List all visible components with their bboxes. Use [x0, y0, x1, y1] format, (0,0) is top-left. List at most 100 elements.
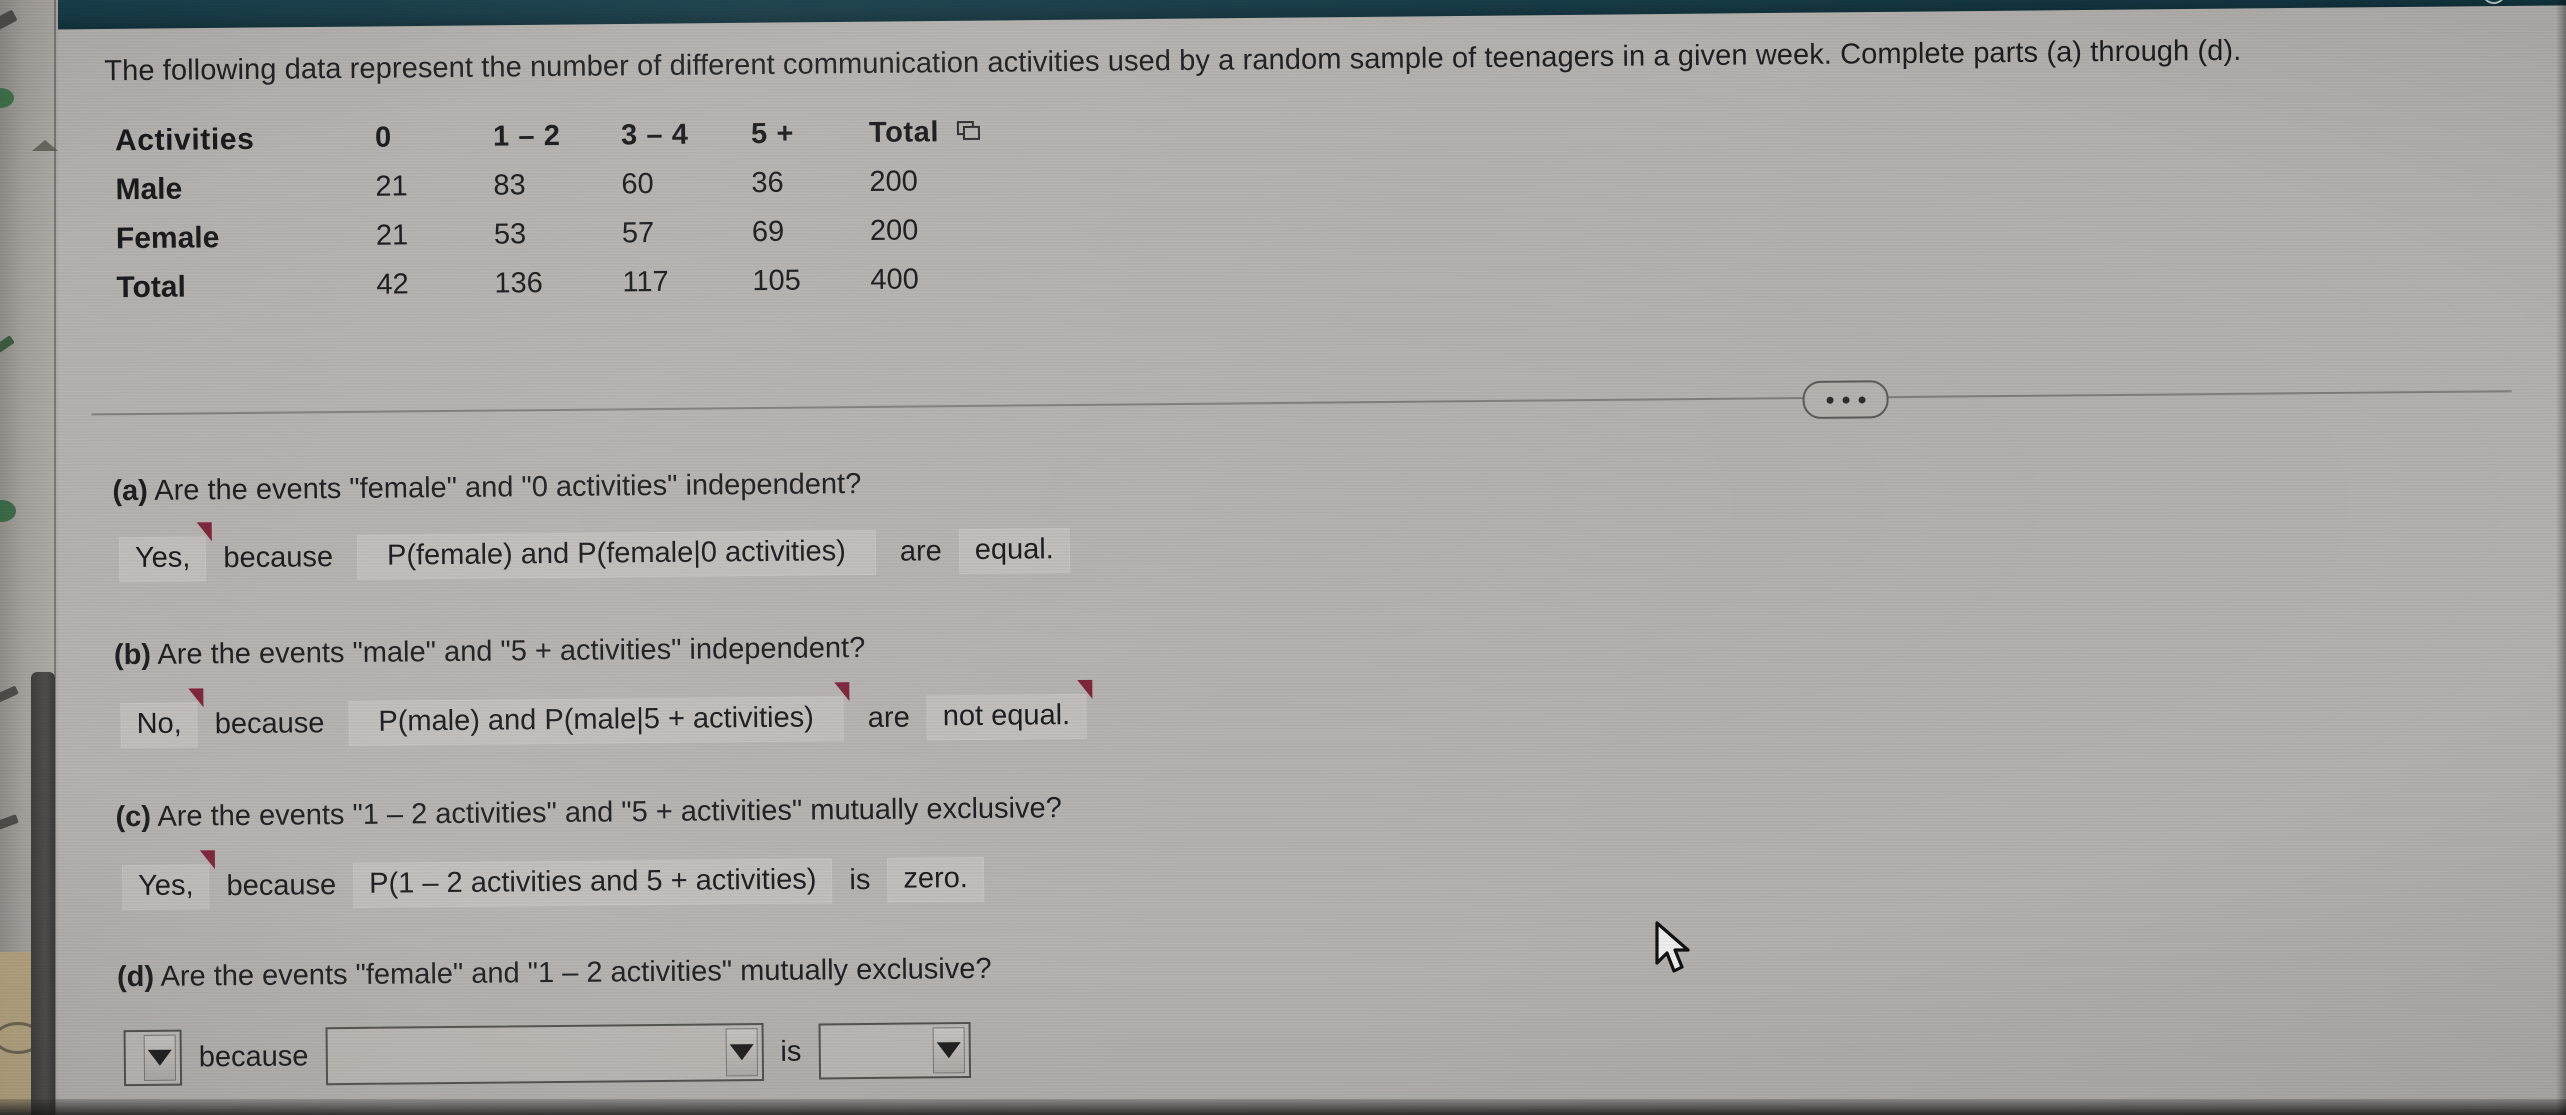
cell-female-3-4: 57 [621, 217, 655, 250]
cell-total-5plus: 105 [752, 264, 801, 298]
cell-male-3-4: 60 [621, 168, 654, 201]
header-total: Total [869, 108, 1019, 158]
problem-statement: The following data represent the number … [104, 34, 2242, 88]
part-b-choice-value: No, [136, 707, 182, 741]
table-row: Total 42 136 117 105 400 [116, 255, 1020, 313]
answer-flag-marker [834, 682, 850, 702]
part-a-reason-select[interactable]: P(female) and P(female|0 activities) [356, 529, 877, 580]
left-bezel-strip [0, 0, 58, 1115]
header-3-4: 3 – 4 [620, 118, 689, 152]
part-b-verb: are [867, 701, 910, 734]
cell-total-3-4: 117 [622, 265, 669, 299]
part-a-question: (a) Are the events "female" and "0 activ… [112, 468, 861, 508]
decor-arrow-mark [0, 685, 19, 704]
part-b-choice-select[interactable]: No, [120, 688, 204, 749]
cell-total-0: 42 [376, 268, 409, 301]
chevron-down-icon [932, 1027, 965, 1074]
cell-total-1-2: 136 [494, 267, 543, 300]
arrow-pointer-icon [1655, 921, 1690, 973]
cell-female-1-2: 53 [493, 218, 527, 251]
cell-female-total: 200 [869, 214, 919, 247]
scroll-up-caret-icon[interactable] [32, 140, 58, 151]
part-b-answer-row: No, because P(male) and P(male|5 + activ… [120, 679, 1092, 749]
bottom-bezel [0, 1099, 2566, 1115]
content-plane: The following data represent the number … [0, 0, 2566, 1115]
more-options-button[interactable] [1802, 380, 1889, 420]
part-c-answer-row: Yes, because P(1 – 2 activities and 5 + … [121, 850, 985, 911]
row-label-total: Total [116, 270, 187, 304]
part-a-answer-row: Yes, because P(female) and P(female|0 ac… [118, 522, 1071, 583]
part-d-answer-row: because is [123, 1021, 971, 1087]
scrollbar-thumb[interactable] [31, 672, 55, 1115]
contingency-table: Activities 0 1 – 2 3 – 4 5 + Total Male … [115, 108, 1021, 313]
part-c-question: (c) Are the events "1 – 2 activities" an… [115, 792, 1062, 834]
mouse-cursor [1654, 921, 1698, 984]
part-a-result-value: equal. [974, 533, 1054, 566]
circle-refresh-icon[interactable] [2478, 0, 2510, 8]
part-d-connector: because [198, 1039, 309, 1073]
part-c-reason-value: P(1 – 2 activities and 5 + activities) [369, 863, 817, 900]
part-a-connector: because [223, 541, 334, 575]
topbar-right-group: Poin [2478, 0, 2558, 8]
part-a-verb: are [899, 535, 942, 568]
decor-green-blob [0, 500, 16, 522]
part-b-reason-select[interactable]: P(male) and P(male|5 + activities) [348, 682, 850, 746]
table-row: Female 21 53 57 69 200 [116, 206, 1020, 264]
cell-male-total: 200 [869, 165, 918, 198]
chevron-down-icon [725, 1028, 758, 1077]
header-5plus: 5 + [750, 117, 795, 151]
part-a-choice-value: Yes, [134, 541, 191, 575]
part-c-connector: because [226, 869, 337, 903]
part-d-result-select[interactable] [818, 1022, 971, 1080]
part-b-reason-value: P(male) and P(male|5 + activities) [378, 701, 814, 738]
part-c-choice-value: Yes, [138, 869, 194, 903]
table-row: Male 21 83 60 36 200 [115, 157, 1019, 215]
part-b-result-select[interactable]: not equal. [926, 679, 1092, 741]
part-d-tag: (d) [116, 960, 155, 994]
decor-arrow-mark [0, 335, 15, 354]
part-d-reason-select[interactable] [325, 1023, 764, 1086]
cell-total-total: 400 [870, 263, 919, 296]
part-d-text: Are the events "female" and "1 – 2 activ… [160, 952, 992, 993]
part-b-connector: because [214, 707, 325, 741]
part-a-choice-select[interactable]: Yes, [118, 522, 213, 583]
part-c-tag: (c) [115, 800, 152, 834]
dot-icon [1826, 396, 1834, 404]
decor-arrow-mark [0, 9, 18, 31]
part-a-result-select[interactable]: equal. [958, 528, 1071, 575]
part-b-result-value: not equal. [942, 699, 1071, 733]
part-c-text: Are the events "1 – 2 activities" and "5… [157, 792, 1062, 833]
right-bezel [2556, 0, 2566, 1115]
answer-flag-marker [200, 850, 216, 870]
decor-green-blob [0, 88, 14, 108]
copy-window-icon[interactable] [957, 121, 977, 139]
cell-female-0: 21 [375, 219, 409, 252]
part-b-question: (b) Are the events "male" and "5 + activ… [114, 632, 866, 672]
header-total-label: Total [868, 116, 940, 149]
part-c-result-select[interactable]: zero. [887, 856, 985, 903]
topbar-title: Poin [2516, 0, 2558, 4]
dot-icon [1842, 396, 1850, 404]
part-a-tag: (a) [112, 474, 148, 508]
part-a-reason-value: P(female) and P(female|0 activities) [386, 535, 847, 572]
part-d-choice-select[interactable] [123, 1029, 183, 1087]
answer-flag-marker [188, 688, 204, 708]
header-activities: Activities [114, 122, 255, 157]
table-header-row: Activities 0 1 – 2 3 – 4 5 + Total [115, 108, 1019, 166]
part-d-verb: is [780, 1035, 802, 1068]
part-c-choice-select[interactable]: Yes, [121, 850, 216, 911]
part-a-text: Are the events "female" and "0 activitie… [154, 468, 862, 507]
part-b-text: Are the events "male" and "5 + activitie… [157, 632, 866, 671]
dot-icon [1858, 395, 1866, 403]
chevron-down-icon [143, 1034, 177, 1081]
row-label-male: Male [115, 172, 183, 206]
header-0: 0 [374, 121, 392, 154]
answer-flag-marker [1076, 679, 1092, 699]
cell-male-5plus: 36 [751, 166, 784, 200]
cell-female-5plus: 69 [751, 215, 785, 249]
part-c-reason-select[interactable]: P(1 – 2 activities and 5 + activities) [352, 858, 833, 908]
part-c-verb: is [849, 863, 871, 897]
answer-flag-marker [197, 522, 213, 542]
cell-male-1-2: 83 [493, 169, 526, 202]
row-label-female: Female [115, 220, 220, 255]
